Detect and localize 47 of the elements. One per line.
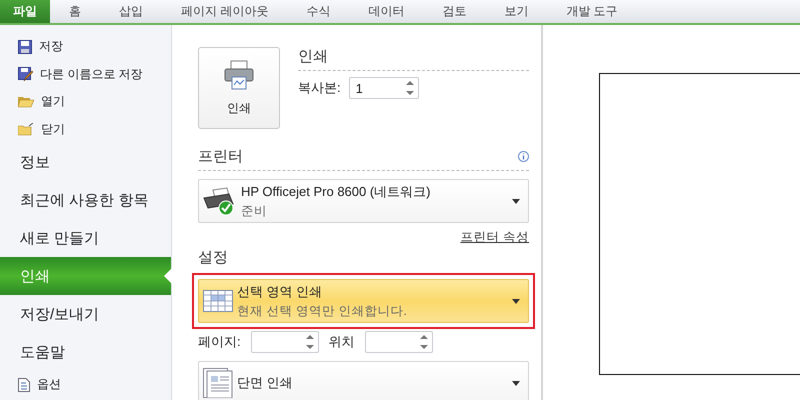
ribbon-tab[interactable]: 파일 <box>0 0 50 23</box>
ribbon-tab[interactable]: 개발 도구 <box>547 0 637 23</box>
ribbon-tab[interactable]: 데이터 <box>349 0 424 23</box>
info-icon[interactable] <box>518 151 529 162</box>
sidebar-item[interactable]: 도움말 <box>0 333 171 371</box>
sidebar-item[interactable]: 닫기 <box>0 116 171 143</box>
spinner-arrows-icon[interactable] <box>420 334 428 350</box>
sidebar-item[interactable]: 저장 <box>0 33 171 60</box>
page-from-field[interactable] <box>250 331 319 353</box>
pages-label: 페이지: <box>198 333 241 351</box>
ribbon-tab[interactable]: 수식 <box>287 0 350 23</box>
sidebar-item[interactable]: 최근에 사용한 항목 <box>0 181 171 219</box>
dropdown-caret-icon[interactable] <box>512 298 520 304</box>
printer-dropdown[interactable]: HP Officejet Pro 8600 (네트워크) 준비 <box>198 179 529 223</box>
sidebar-item[interactable]: 저장/보내기 <box>0 295 171 333</box>
print-button[interactable]: 인쇄 <box>198 47 280 129</box>
sidebar-item[interactable]: 다른 이름으로 저장 <box>0 60 171 88</box>
folder-icon <box>18 122 34 136</box>
sidebar-item[interactable]: 정보 <box>0 143 171 181</box>
open-folder-icon <box>18 95 34 108</box>
page-to-field[interactable] <box>364 331 433 353</box>
print-heading: 인쇄 <box>298 47 328 66</box>
spinner-arrows-icon[interactable] <box>306 334 314 350</box>
document-icon <box>18 378 30 392</box>
printer-heading: 프린터 <box>198 147 243 166</box>
ribbon-tab[interactable]: 보기 <box>485 0 548 23</box>
sidebar-item[interactable]: 열기 <box>0 88 171 116</box>
copies-label: 복사본: <box>298 79 341 97</box>
settings-heading: 설정 <box>198 248 228 267</box>
table-grid-icon <box>202 290 233 312</box>
ribbon-tab[interactable]: 삽입 <box>100 0 162 23</box>
dropdown-caret-icon[interactable] <box>512 380 520 386</box>
sidebar-item[interactable]: 옵션 <box>0 371 171 398</box>
print-option-dropdown[interactable]: 선택 영역 인쇄 현재 선택 영역만 인쇄합니다. <box>198 279 529 323</box>
pages-icon <box>202 368 233 398</box>
ribbon-tab[interactable]: 홈 <box>50 0 100 23</box>
printer-properties-link[interactable]: 프린터 속성 <box>460 229 529 246</box>
print-option-dropdown[interactable]: 단면 인쇄 <box>198 361 529 400</box>
copies-field[interactable]: 1 <box>348 77 419 99</box>
ribbon-tab[interactable]: 검토 <box>423 0 486 23</box>
dropdown-caret-icon[interactable] <box>512 198 520 204</box>
printer-icon <box>224 60 254 90</box>
spinner-arrows-icon[interactable] <box>406 80 414 96</box>
page-to-label: 위치 <box>328 333 355 351</box>
sidebar-item[interactable]: 새로 만들기 <box>0 219 171 257</box>
floppy-disk-pencil-icon <box>18 66 33 82</box>
ribbon-tab[interactable]: 페이지 레이아웃 <box>162 0 288 23</box>
